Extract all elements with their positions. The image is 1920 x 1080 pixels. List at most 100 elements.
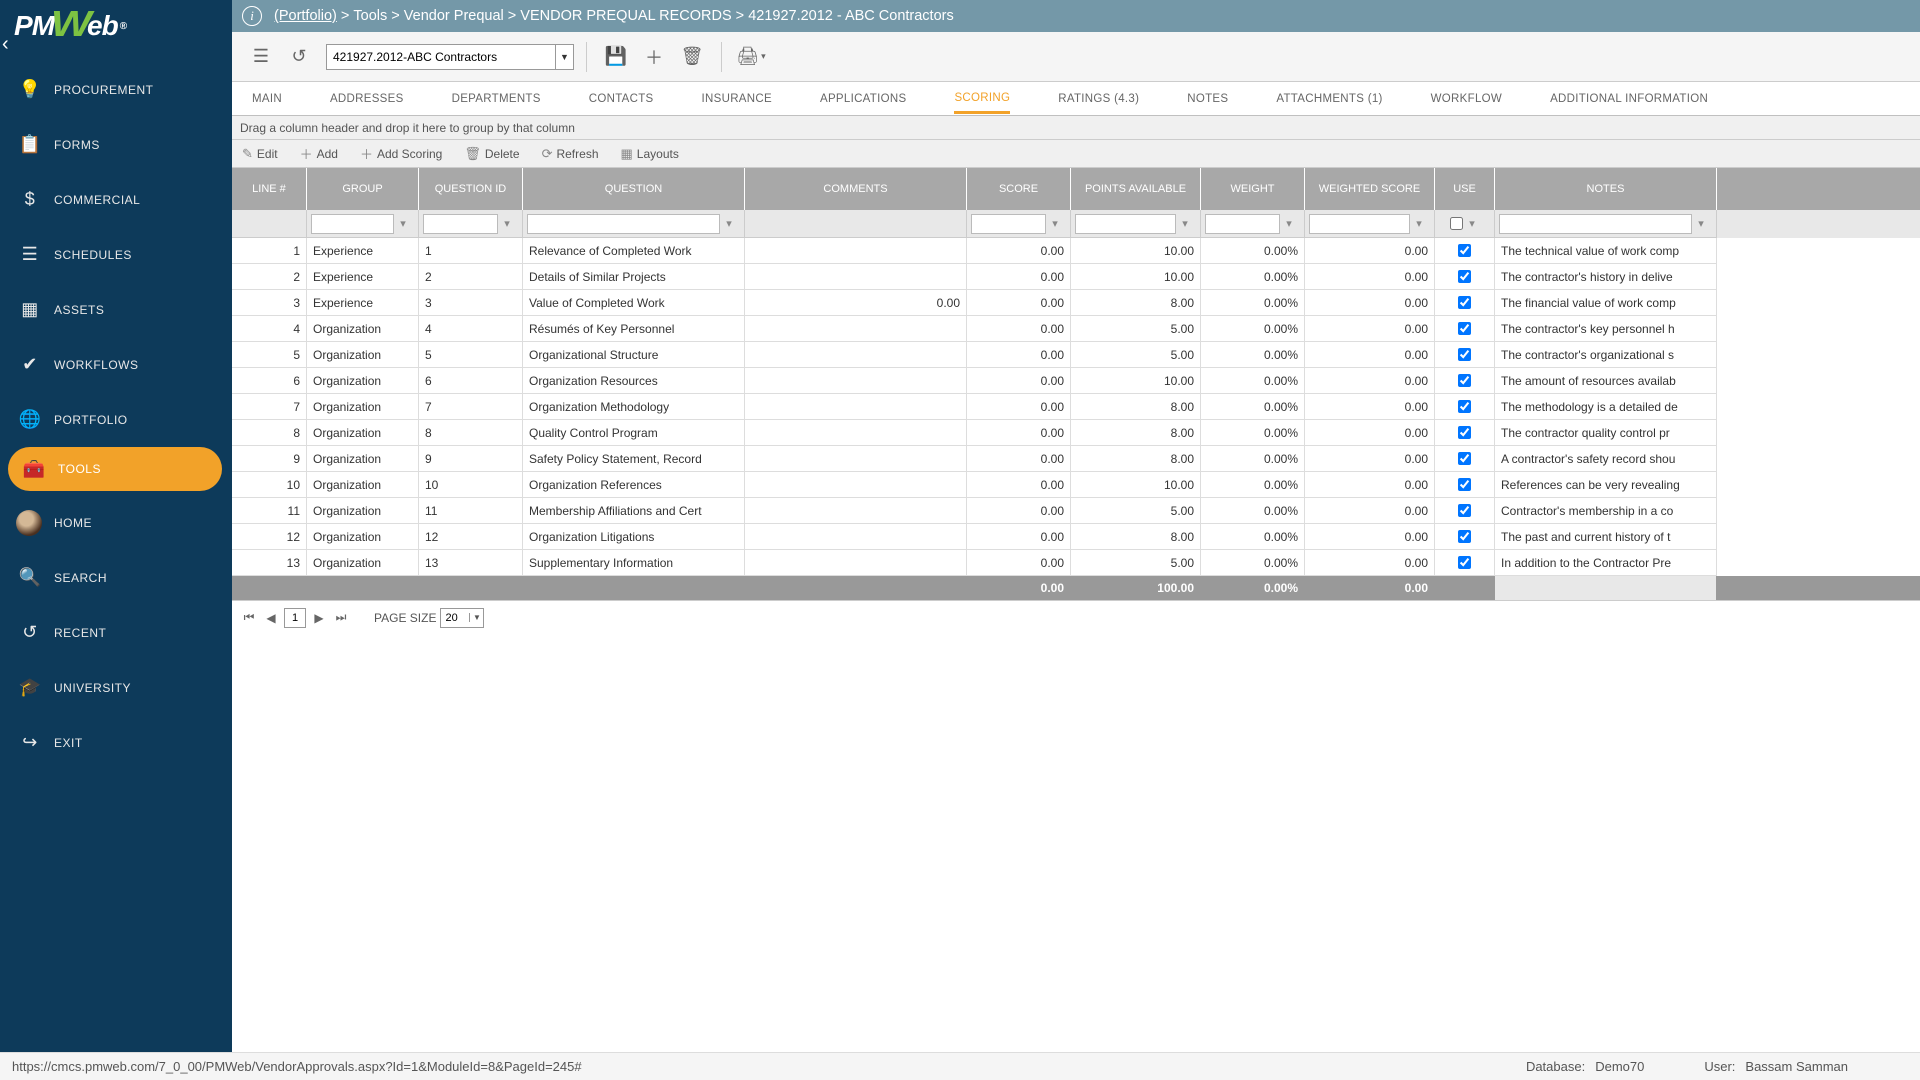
sidebar-item-forms[interactable]: 📋FORMS [0, 117, 232, 172]
filter-icon[interactable]: ▾ [1465, 217, 1479, 230]
filter-icon[interactable]: ▾ [396, 217, 410, 230]
tab-addresses[interactable]: ADDRESSES [330, 85, 404, 113]
tab-notes[interactable]: NOTES [1187, 85, 1228, 113]
list-icon[interactable]: ☰ [244, 40, 278, 74]
table-row[interactable]: 6Organization6Organization Resources0.00… [232, 368, 1920, 394]
add-scoring-button[interactable]: ＋Add Scoring [360, 144, 442, 163]
back-chevron-icon[interactable]: ‹ [2, 33, 9, 56]
add-button[interactable]: ＋Add [300, 144, 338, 163]
use-checkbox[interactable] [1458, 556, 1471, 569]
page-size-input[interactable] [441, 609, 469, 627]
sidebar-item-procurement[interactable]: 💡PROCUREMENT [0, 62, 232, 117]
col-use[interactable]: USE [1435, 168, 1495, 210]
filter-icon[interactable]: ▾ [1412, 217, 1426, 230]
table-row[interactable]: 10Organization10Organization References0… [232, 472, 1920, 498]
use-checkbox[interactable] [1458, 270, 1471, 283]
use-checkbox[interactable] [1458, 452, 1471, 465]
table-row[interactable]: 3Experience3Value of Completed Work0.000… [232, 290, 1920, 316]
filter-group[interactable] [311, 214, 394, 234]
sidebar-item-schedules[interactable]: ☰SCHEDULES [0, 227, 232, 282]
table-row[interactable]: 2Experience2Details of Similar Projects0… [232, 264, 1920, 290]
page-input[interactable] [284, 608, 306, 628]
page-size-selector[interactable]: ▼ [440, 608, 484, 628]
filter-icon[interactable]: ▾ [500, 217, 514, 230]
col-question[interactable]: QUESTION [523, 168, 745, 210]
table-row[interactable]: 7Organization7Organization Methodology0.… [232, 394, 1920, 420]
filter-weight[interactable] [1205, 214, 1280, 234]
table-row[interactable]: 8Organization8Quality Control Program0.0… [232, 420, 1920, 446]
filter-wscore[interactable] [1309, 214, 1410, 234]
table-row[interactable]: 5Organization5Organizational Structure0.… [232, 342, 1920, 368]
filter-use[interactable] [1450, 217, 1463, 230]
first-page-icon[interactable]: ⏮ [240, 608, 258, 628]
col-points[interactable]: POINTS AVAILABLE [1071, 168, 1201, 210]
table-row[interactable]: 4Organization4Résumés of Key Personnel0.… [232, 316, 1920, 342]
col-weight[interactable]: WEIGHT [1201, 168, 1305, 210]
tab-applications[interactable]: APPLICATIONS [820, 85, 906, 113]
record-selector-input[interactable] [327, 45, 555, 69]
use-checkbox[interactable] [1458, 348, 1471, 361]
sidebar-item-recent[interactable]: ↺RECENT [0, 605, 232, 660]
table-row[interactable]: 13Organization13Supplementary Informatio… [232, 550, 1920, 576]
table-row[interactable]: 1Experience1Relevance of Completed Work0… [232, 238, 1920, 264]
use-checkbox[interactable] [1458, 530, 1471, 543]
sidebar-item-university[interactable]: 🎓UNIVERSITY [0, 660, 232, 715]
col-qid[interactable]: QUESTION ID [419, 168, 523, 210]
use-checkbox[interactable] [1458, 426, 1471, 439]
sidebar-item-tools[interactable]: 🧰TOOLS [8, 447, 222, 491]
filter-icon[interactable]: ▾ [1694, 217, 1708, 230]
table-row[interactable]: 9Organization9Safety Policy Statement, R… [232, 446, 1920, 472]
chevron-down-icon[interactable]: ▼ [469, 613, 483, 622]
filter-icon[interactable]: ▾ [1178, 217, 1192, 230]
col-comments[interactable]: COMMENTS [745, 168, 967, 210]
filter-qid[interactable] [423, 214, 498, 234]
layouts-button[interactable]: ▦Layouts [621, 146, 679, 162]
chevron-down-icon[interactable]: ▼ [555, 45, 573, 69]
col-score[interactable]: SCORE [967, 168, 1071, 210]
sidebar-item-portfolio[interactable]: 🌐PORTFOLIO [0, 392, 232, 447]
tab-main[interactable]: MAIN [252, 85, 282, 113]
print-icon[interactable]: 🖨▾ [734, 40, 768, 74]
record-selector[interactable]: ▼ [326, 44, 574, 70]
col-group[interactable]: GROUP [307, 168, 419, 210]
sidebar-item-home[interactable]: HOME [0, 495, 232, 550]
use-checkbox[interactable] [1458, 296, 1471, 309]
filter-question[interactable] [527, 214, 720, 234]
filter-score[interactable] [971, 214, 1046, 234]
add-icon[interactable]: ＋ [637, 40, 671, 74]
save-icon[interactable]: 💾 [599, 40, 633, 74]
use-checkbox[interactable] [1458, 478, 1471, 491]
tab-attachments-1-[interactable]: ATTACHMENTS (1) [1276, 85, 1382, 113]
filter-icon[interactable]: ▾ [722, 217, 736, 230]
last-page-icon[interactable]: ⏭ [332, 608, 350, 628]
tab-scoring[interactable]: SCORING [954, 84, 1010, 114]
sidebar-item-commercial[interactable]: $COMMERCIAL [0, 172, 232, 227]
filter-icon[interactable]: ▾ [1282, 217, 1296, 230]
edit-button[interactable]: ✎Edit [242, 146, 278, 162]
tab-departments[interactable]: DEPARTMENTS [452, 85, 541, 113]
table-row[interactable]: 12Organization12Organization Litigations… [232, 524, 1920, 550]
filter-icon[interactable]: ▾ [1048, 217, 1062, 230]
group-by-bar[interactable]: Drag a column header and drop it here to… [232, 116, 1920, 140]
col-wscore[interactable]: WEIGHTED SCORE [1305, 168, 1435, 210]
breadcrumb-portfolio[interactable]: (Portfolio) [274, 8, 337, 24]
col-notes[interactable]: NOTES [1495, 168, 1717, 210]
use-checkbox[interactable] [1458, 504, 1471, 517]
sidebar-item-workflows[interactable]: ✔WORKFLOWS [0, 337, 232, 392]
filter-notes[interactable] [1499, 214, 1692, 234]
use-checkbox[interactable] [1458, 400, 1471, 413]
tab-contacts[interactable]: CONTACTS [589, 85, 654, 113]
sidebar-item-exit[interactable]: ↪EXIT [0, 715, 232, 770]
use-checkbox[interactable] [1458, 374, 1471, 387]
history-icon[interactable]: ↺ [282, 40, 316, 74]
filter-points[interactable] [1075, 214, 1176, 234]
logo[interactable]: PMWeb® [0, 0, 232, 52]
table-row[interactable]: 11Organization11Membership Affiliations … [232, 498, 1920, 524]
tab-ratings-4-3-[interactable]: RATINGS (4.3) [1058, 85, 1139, 113]
refresh-button[interactable]: ⟳Refresh [542, 146, 599, 162]
tab-workflow[interactable]: WORKFLOW [1431, 85, 1502, 113]
tab-insurance[interactable]: INSURANCE [702, 85, 772, 113]
sidebar-item-assets[interactable]: ▦ASSETS [0, 282, 232, 337]
use-checkbox[interactable] [1458, 244, 1471, 257]
col-line[interactable]: LINE # [232, 168, 307, 210]
